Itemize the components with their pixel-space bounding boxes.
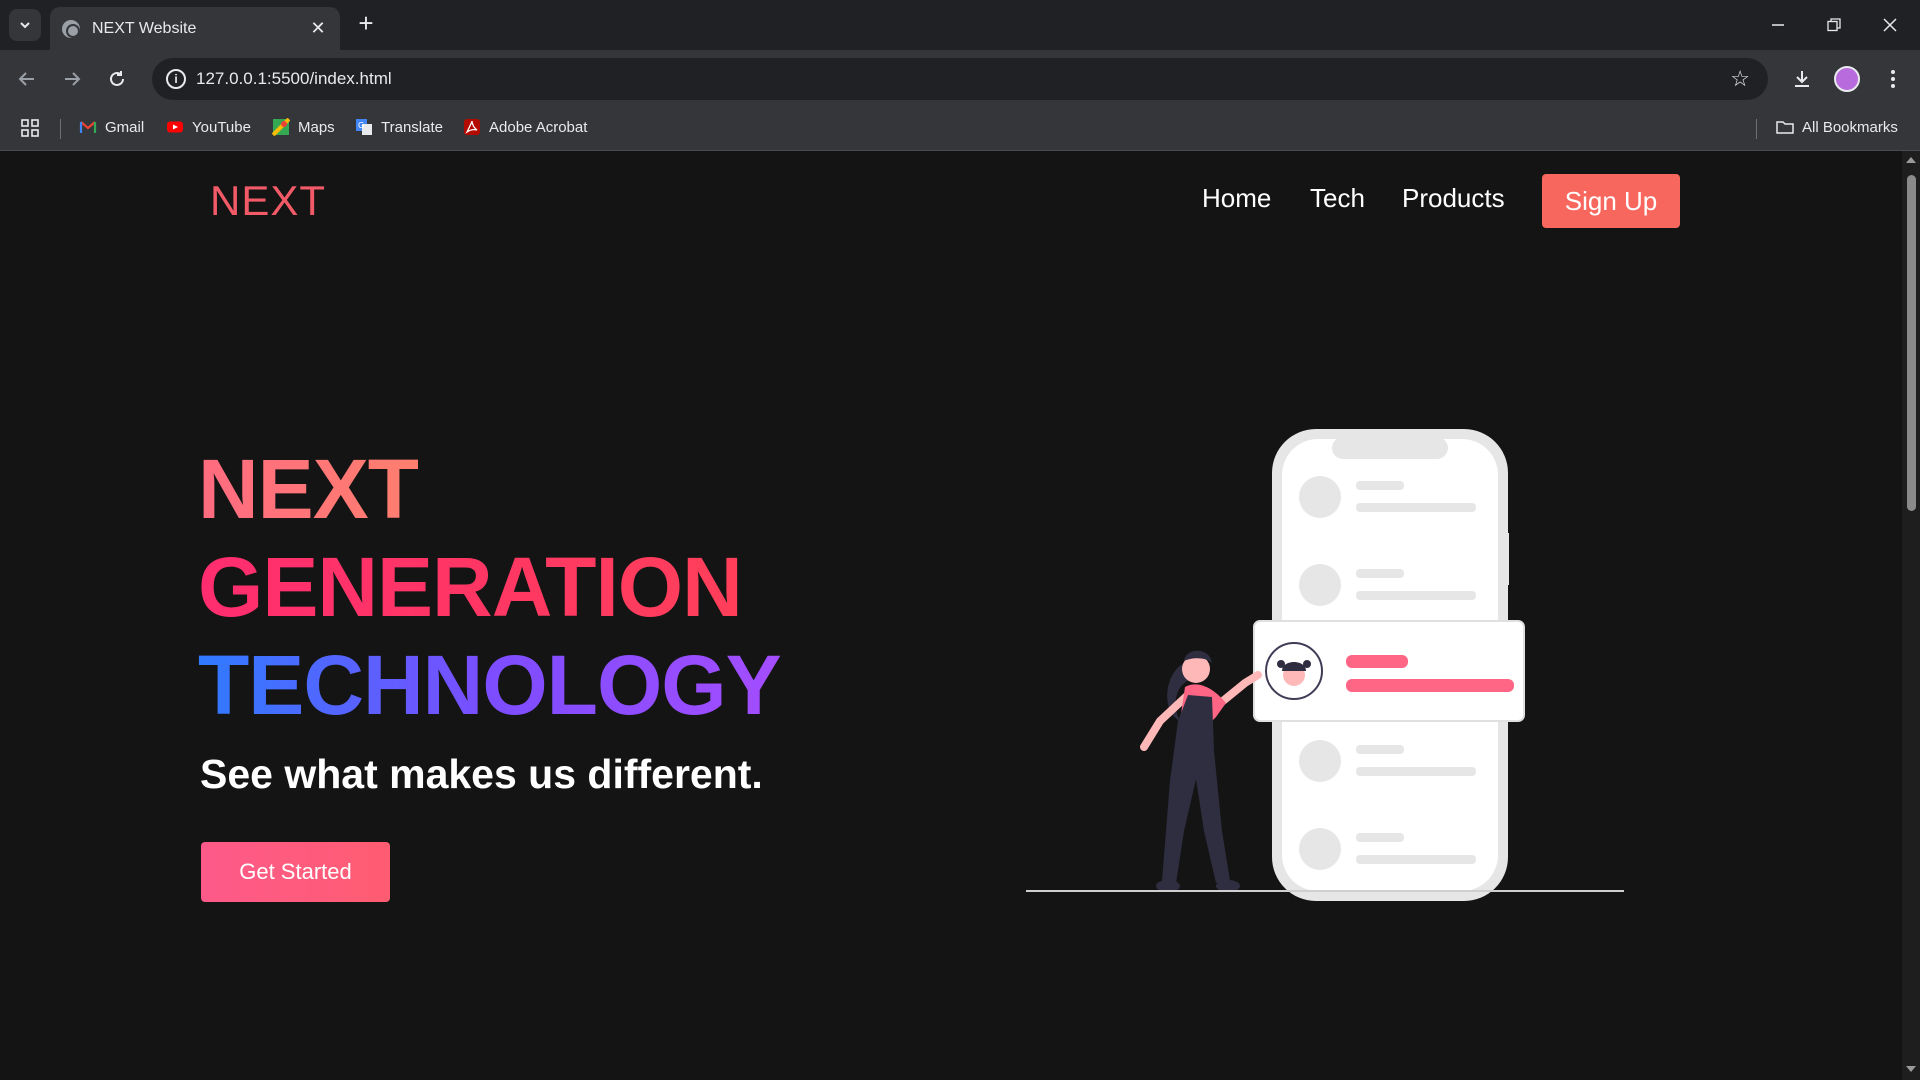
hero-heading-line-2: GENERATION: [198, 540, 743, 634]
bookmark-maps[interactable]: Maps: [272, 118, 335, 136]
bookmarks-divider: [60, 119, 61, 139]
minimize-button[interactable]: [1750, 0, 1806, 50]
hero-heading-line-1: NEXT: [198, 442, 419, 536]
all-bookmarks-label: All Bookmarks: [1802, 118, 1898, 136]
close-window-button[interactable]: [1862, 0, 1918, 50]
scroll-down-icon[interactable]: [1906, 1066, 1916, 1072]
site-info-icon[interactable]: i: [166, 69, 186, 89]
bookmark-youtube[interactable]: YouTube: [166, 118, 251, 136]
globe-icon: [62, 19, 80, 38]
get-started-button[interactable]: Get Started: [201, 842, 390, 902]
reload-icon: [110, 71, 124, 86]
restore-icon: [1827, 18, 1841, 32]
acrobat-icon: [464, 119, 480, 135]
bookmarks-bar: Gmail YouTube Maps G Translate Adobe Acr…: [0, 107, 1920, 151]
active-tab[interactable]: NEXT Website ✕: [50, 7, 340, 50]
nav-link-home[interactable]: Home: [1202, 183, 1271, 214]
profile-avatar[interactable]: [1834, 66, 1860, 92]
restore-button[interactable]: [1806, 0, 1862, 50]
translate-icon: G: [356, 119, 372, 135]
bookmarks-divider: [1756, 119, 1757, 139]
hero-heading-line-3: TECHNOLOGY: [198, 638, 782, 732]
page-scrollbar[interactable]: [1902, 151, 1920, 1080]
bookmark-label: Maps: [298, 118, 335, 136]
nav-link-products[interactable]: Products: [1402, 183, 1505, 214]
bookmark-label: Adobe Acrobat: [489, 118, 588, 136]
arrow-right-icon: [65, 72, 81, 86]
hero-illustration: [1026, 429, 1624, 901]
menu-button[interactable]: [1876, 62, 1910, 96]
bookmark-label: Translate: [381, 118, 443, 136]
close-tab-icon[interactable]: ✕: [308, 18, 328, 39]
scroll-up-icon[interactable]: [1906, 157, 1916, 163]
forward-button[interactable]: [55, 62, 89, 96]
chevron-down-icon: [20, 22, 30, 29]
arrow-left-icon: [18, 72, 34, 86]
nav-link-tech[interactable]: Tech: [1310, 183, 1365, 214]
tab-strip: NEXT Website ✕ +: [0, 0, 1920, 50]
folder-icon: [1776, 121, 1794, 134]
back-button[interactable]: [10, 62, 44, 96]
browser-toolbar: i 127.0.0.1:5500/index.html ☆: [0, 50, 1920, 107]
site-logo[interactable]: NEXT: [210, 177, 326, 225]
svg-text:G: G: [358, 121, 364, 130]
profile-card-illustration: [1253, 620, 1525, 722]
reload-button[interactable]: [100, 62, 134, 96]
gmail-icon: [79, 121, 97, 133]
bookmark-translate[interactable]: G Translate: [355, 118, 443, 136]
minimize-icon: [1772, 24, 1784, 26]
bookmark-gmail[interactable]: Gmail: [79, 118, 144, 136]
sign-up-button[interactable]: Sign Up: [1542, 174, 1680, 228]
youtube-icon: [167, 121, 183, 133]
apps-button[interactable]: [20, 118, 40, 138]
kebab-menu-icon: [1891, 70, 1895, 88]
downloads-button[interactable]: [1785, 62, 1819, 96]
hero-tagline: See what makes us different.: [200, 751, 763, 797]
tab-title: NEXT Website: [92, 19, 197, 37]
scrollbar-thumb[interactable]: [1907, 175, 1916, 511]
tab-search-button[interactable]: [9, 9, 41, 41]
bookmark-label: Gmail: [105, 118, 145, 136]
bookmark-star-icon[interactable]: ☆: [1730, 66, 1750, 92]
apps-grid-icon: [21, 119, 39, 137]
all-bookmarks-button[interactable]: All Bookmarks: [1776, 118, 1898, 136]
bookmark-label: YouTube: [192, 118, 251, 136]
maps-icon: [272, 118, 290, 136]
download-icon: [1795, 71, 1809, 87]
woman-illustration: [1140, 650, 1262, 892]
bookmark-adobe-acrobat[interactable]: Adobe Acrobat: [463, 118, 587, 136]
close-icon: [1883, 18, 1897, 32]
address-bar[interactable]: i 127.0.0.1:5500/index.html ☆: [152, 58, 1768, 100]
page-viewport: NEXT Home Tech Products Sign Up NEXT GEN…: [0, 151, 1902, 1080]
url-text[interactable]: 127.0.0.1:5500/index.html: [196, 69, 392, 89]
new-tab-button[interactable]: +: [352, 10, 380, 38]
